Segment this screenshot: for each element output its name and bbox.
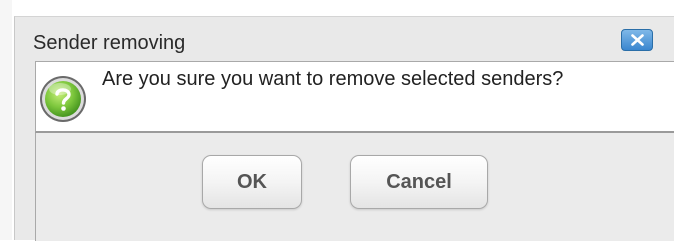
question-icon <box>40 76 86 122</box>
sender-removing-dialog: Sender removing Are you sure you want to… <box>14 16 674 241</box>
ok-button[interactable]: OK <box>202 155 302 209</box>
cancel-button[interactable]: Cancel <box>350 155 488 209</box>
close-button[interactable] <box>621 29 653 51</box>
dialog-button-area: OK Cancel <box>35 133 674 241</box>
background-window <box>0 0 12 240</box>
message-panel: Are you sure you want to remove selected… <box>35 61 674 133</box>
close-icon <box>631 34 644 46</box>
confirmation-message: Are you sure you want to remove selected… <box>102 68 564 90</box>
dialog-title-bar[interactable]: Sender removing <box>15 17 674 61</box>
dialog-title: Sender removing <box>33 32 186 54</box>
